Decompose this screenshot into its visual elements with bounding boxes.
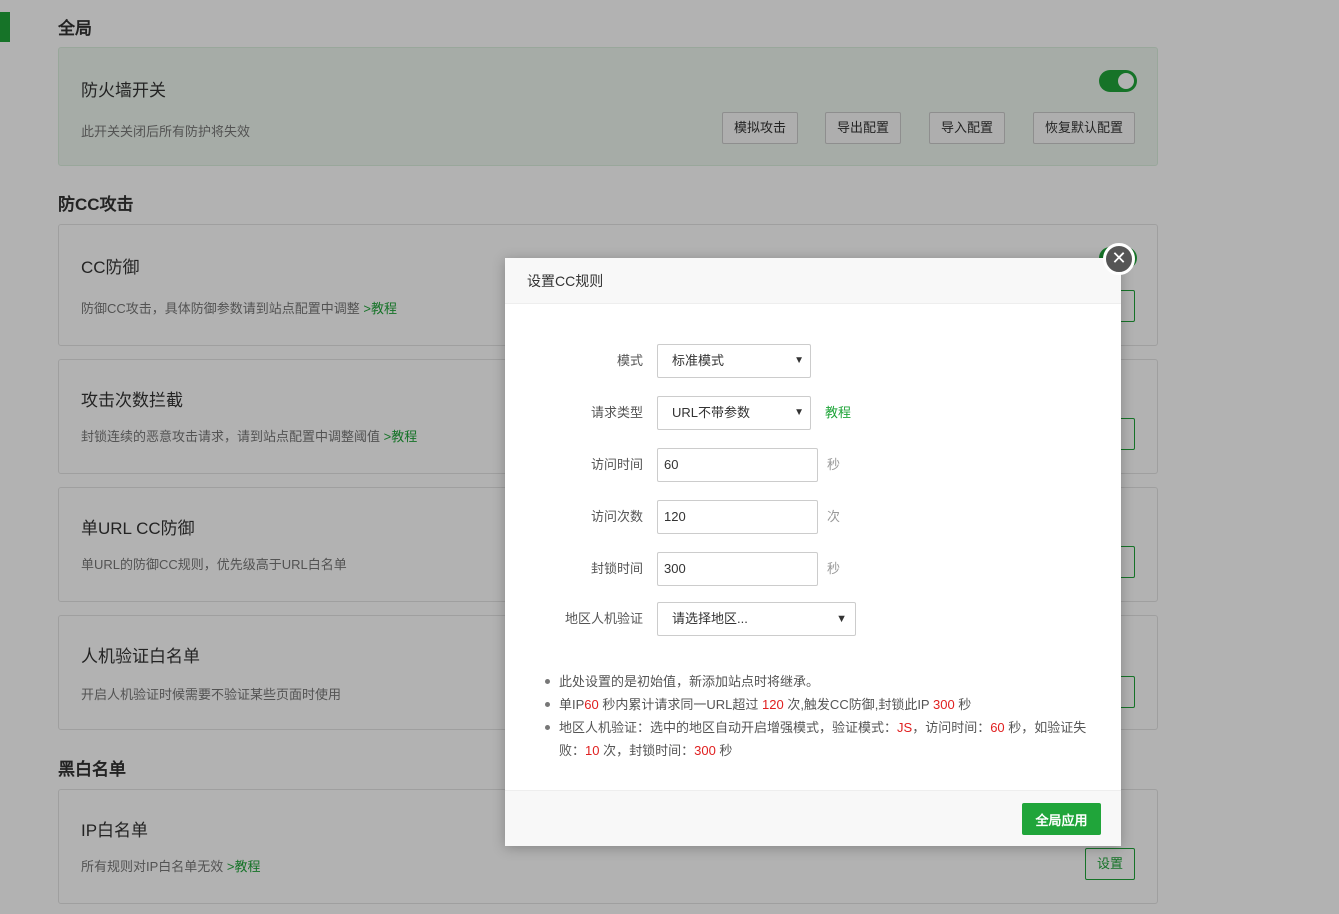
region-row: 地区人机验证 请选择地区... ▼	[505, 602, 1121, 636]
mode-select[interactable]: 标准模式 ▼	[657, 344, 811, 378]
request-type-select[interactable]: URL不带参数 ▼	[657, 396, 811, 430]
block-time-row: 封锁时间 300 秒	[505, 552, 1121, 586]
visit-count-row: 访问次数 120 次	[505, 500, 1121, 534]
visit-time-row: 访问时间 60 秒	[505, 448, 1121, 482]
chevron-down-icon: ▼	[794, 407, 804, 418]
dialog-title: 设置CC规则	[505, 258, 1121, 304]
region-select[interactable]: 请选择地区... ▼	[657, 602, 856, 636]
request-type-tutorial-link[interactable]: 教程	[825, 396, 851, 430]
mode-label: 模式	[616, 353, 643, 368]
mode-select-value: 标准模式	[672, 353, 725, 368]
visit-time-label: 访问时间	[590, 457, 643, 472]
visit-time-unit: 秒	[827, 457, 841, 472]
help-notes: 此处设置的是初始值，新添加站点时将继承。 单IP60 秒内累计请求同一URL超过…	[543, 670, 1093, 762]
request-type-label: 请求类型	[590, 405, 643, 420]
visit-time-input[interactable]: 60	[657, 448, 818, 482]
block-time-label: 封锁时间	[590, 561, 643, 576]
note-item: 单IP60 秒内累计请求同一URL超过 120 次,触发CC防御,封锁此IP 3…	[543, 693, 1093, 716]
block-time-input[interactable]: 300	[657, 552, 818, 586]
request-type-row: 请求类型 URL不带参数 ▼ 教程	[505, 396, 1121, 430]
chevron-down-icon: ▼	[794, 355, 804, 366]
visit-count-label: 访问次数	[590, 509, 643, 524]
triangle-down-icon: ▼	[836, 613, 847, 625]
cc-rule-dialog: 设置CC规则 ✕ 模式 标准模式 ▼ 请求类型 URL不带参数 ▼ 教程 访问时…	[505, 243, 1135, 846]
mode-row: 模式 标准模式 ▼	[505, 344, 1121, 378]
note-item: 地区人机验证：选中的地区自动开启增强模式，验证模式：JS，访问时间：60 秒，如…	[543, 716, 1093, 762]
apply-global-button[interactable]: 全局应用	[1022, 803, 1101, 835]
request-type-select-value: URL不带参数	[672, 405, 751, 420]
block-time-unit: 秒	[827, 561, 841, 576]
note-item: 此处设置的是初始值，新添加站点时将继承。	[543, 670, 1093, 693]
region-label: 地区人机验证	[564, 611, 643, 626]
region-select-placeholder: 请选择地区...	[672, 611, 748, 626]
visit-count-input[interactable]: 120	[657, 500, 818, 534]
close-icon[interactable]: ✕	[1103, 243, 1135, 275]
dialog-footer: 全局应用	[505, 790, 1121, 846]
visit-count-unit: 次	[827, 509, 841, 524]
